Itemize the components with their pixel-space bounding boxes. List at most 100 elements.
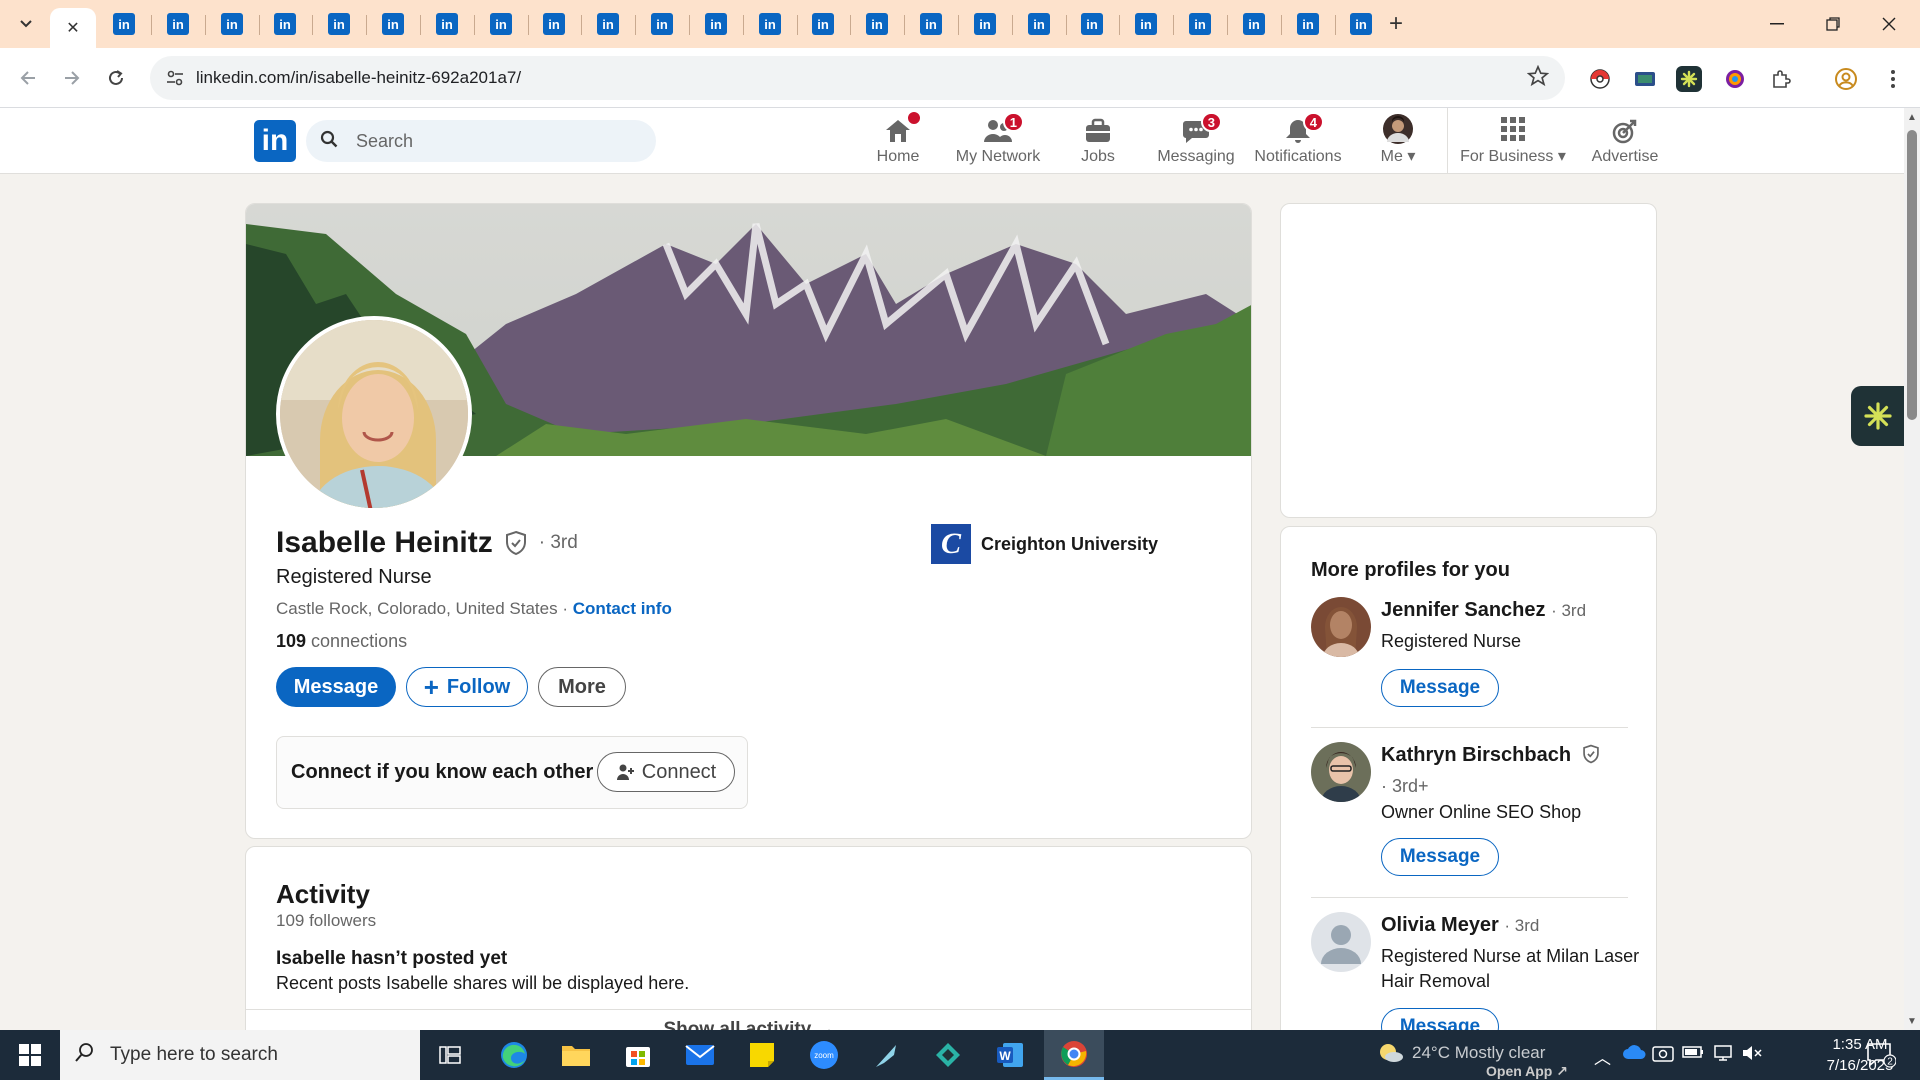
connections-count[interactable]: 109 connections — [276, 631, 407, 652]
nav-for-business[interactable]: For Business ▾ — [1460, 108, 1566, 174]
pinned-linkedin-tab[interactable]: in — [864, 11, 890, 37]
avatar[interactable] — [1311, 742, 1371, 802]
nav-notifications[interactable]: 4 Notifications — [1250, 108, 1346, 174]
avatar[interactable] — [1311, 912, 1371, 972]
pinned-linkedin-tab[interactable]: in — [1079, 11, 1105, 37]
camera-tray-icon[interactable] — [1652, 1044, 1674, 1067]
site-info-icon[interactable] — [164, 67, 186, 89]
back-button[interactable] — [12, 62, 44, 94]
pinned-linkedin-tab[interactable]: in — [380, 11, 406, 37]
zoom-icon[interactable]: zoom — [794, 1030, 854, 1080]
browser-menu-icon[interactable] — [1880, 66, 1906, 92]
diamond-app-icon[interactable] — [918, 1030, 978, 1080]
pinned-linkedin-tab[interactable]: in — [111, 11, 137, 37]
pinned-linkedin-tab[interactable]: in — [595, 11, 621, 37]
connect-button[interactable]: Connect — [597, 752, 735, 792]
new-tab-button[interactable]: + — [1382, 10, 1410, 38]
pinned-linkedin-tab[interactable]: in — [488, 11, 514, 37]
education-item[interactable]: C Creighton University — [931, 524, 1158, 564]
address-bar[interactable]: linkedin.com/in/isabelle-heinitz-692a201… — [150, 56, 1565, 100]
linkedin-logo[interactable]: in — [254, 120, 296, 162]
pinned-linkedin-tab[interactable]: in — [757, 11, 783, 37]
search-input[interactable]: Search — [306, 120, 656, 162]
active-tab[interactable]: ✕ — [50, 8, 96, 48]
scroll-up-arrow-icon[interactable]: ▲ — [1904, 110, 1920, 124]
notification-center-icon[interactable]: 2 — [1866, 1042, 1897, 1073]
person-name-row[interactable]: Olivia Meyer · 3rd — [1381, 914, 1539, 937]
url-text[interactable]: linkedin.com/in/isabelle-heinitz-692a201… — [196, 68, 521, 88]
verified-shield-icon[interactable] — [503, 530, 529, 556]
pinned-linkedin-tab[interactable]: in — [972, 11, 998, 37]
screen-extension-icon[interactable] — [1632, 66, 1658, 92]
forward-button[interactable] — [56, 62, 88, 94]
message-button[interactable]: Message — [1381, 838, 1499, 876]
person-name-row[interactable]: Kathryn Birschbach — [1381, 744, 1601, 767]
person-name-row[interactable]: Jennifer Sanchez · 3rd — [1381, 599, 1586, 622]
edge-icon[interactable] — [484, 1030, 544, 1080]
chevron-up-icon[interactable]: ︿ — [1594, 1044, 1611, 1069]
bookmark-star-icon[interactable] — [1526, 64, 1550, 93]
close-window-button[interactable] — [1866, 8, 1912, 40]
volume-muted-icon[interactable] — [1742, 1044, 1764, 1067]
onedrive-cloud-icon[interactable] — [1622, 1044, 1646, 1065]
education-name: Creighton University — [981, 533, 1159, 554]
feather-app-icon[interactable] — [856, 1030, 916, 1080]
mail-icon[interactable] — [670, 1030, 730, 1080]
battery-icon[interactable] — [1682, 1044, 1704, 1064]
color-extension-icon[interactable] — [1722, 66, 1748, 92]
weather-widget[interactable]: 24°C Mostly clear — [1378, 1042, 1545, 1064]
pinned-linkedin-tab[interactable]: in — [1187, 11, 1213, 37]
open-app-link[interactable]: Open App ↗ — [1486, 1063, 1568, 1080]
network-tray-icon[interactable] — [1712, 1044, 1734, 1067]
pinned-linkedin-tab[interactable]: in — [918, 11, 944, 37]
more-button[interactable]: More — [538, 667, 626, 707]
pinned-linkedin-tab[interactable]: in — [1133, 11, 1159, 37]
pinned-linkedin-tab[interactable]: in — [326, 11, 352, 37]
minimize-button[interactable] — [1754, 8, 1800, 40]
page-scrollbar[interactable]: ▲ ▼ — [1904, 108, 1920, 1030]
reload-button[interactable] — [100, 62, 132, 94]
profile-photo[interactable] — [276, 316, 472, 512]
pinned-linkedin-tab[interactable]: in — [272, 11, 298, 37]
extensions-puzzle-icon[interactable] — [1768, 66, 1794, 92]
contact-info-link[interactable]: Contact info — [573, 599, 672, 618]
pinned-linkedin-tab[interactable]: in — [1241, 11, 1267, 37]
chrome-icon[interactable] — [1044, 1030, 1104, 1080]
nav-advertise[interactable]: Advertise — [1580, 108, 1670, 174]
avatar[interactable] — [1311, 597, 1371, 657]
pinned-linkedin-tab[interactable]: in — [165, 11, 191, 37]
pinned-linkedin-tab[interactable]: in — [810, 11, 836, 37]
pinned-linkedin-tab[interactable]: in — [1026, 11, 1052, 37]
profile-avatar-icon[interactable] — [1833, 66, 1859, 92]
word-icon[interactable]: W — [980, 1030, 1040, 1080]
message-button[interactable]: Message — [276, 667, 396, 707]
follow-button[interactable]: + Follow — [406, 667, 528, 707]
pokeball-extension-icon[interactable] — [1587, 66, 1613, 92]
pinned-linkedin-tab[interactable]: in — [1348, 11, 1374, 37]
floating-extension-button[interactable] — [1851, 386, 1904, 446]
tab-search-icon[interactable] — [8, 10, 44, 38]
pinned-linkedin-tab[interactable]: in — [703, 11, 729, 37]
pinned-linkedin-tab[interactable]: in — [1295, 11, 1321, 37]
asterisk-extension-icon[interactable] — [1676, 66, 1702, 92]
nav-my-network[interactable]: 1 My Network — [950, 108, 1046, 174]
sticky-notes-icon[interactable] — [732, 1030, 792, 1080]
file-explorer-icon[interactable] — [546, 1030, 606, 1080]
nav-messaging[interactable]: 3 Messaging — [1156, 108, 1236, 174]
scroll-thumb[interactable] — [1907, 130, 1917, 420]
restore-button[interactable] — [1810, 8, 1856, 40]
pinned-linkedin-tab[interactable]: in — [434, 11, 460, 37]
nav-home[interactable]: Home — [868, 108, 928, 174]
task-view-icon[interactable] — [420, 1030, 480, 1080]
close-tab-icon[interactable]: ✕ — [61, 16, 85, 40]
store-icon[interactable] — [608, 1030, 668, 1080]
taskbar-search-input[interactable]: Type here to search — [60, 1030, 420, 1080]
pinned-linkedin-tab[interactable]: in — [219, 11, 245, 37]
scroll-down-arrow-icon[interactable]: ▼ — [1904, 1014, 1920, 1028]
start-button[interactable] — [0, 1030, 60, 1080]
message-button[interactable]: Message — [1381, 669, 1499, 707]
nav-me[interactable]: Me ▾ — [1368, 108, 1428, 174]
nav-jobs[interactable]: Jobs — [1068, 108, 1128, 174]
pinned-linkedin-tab[interactable]: in — [541, 11, 567, 37]
pinned-linkedin-tab[interactable]: in — [649, 11, 675, 37]
